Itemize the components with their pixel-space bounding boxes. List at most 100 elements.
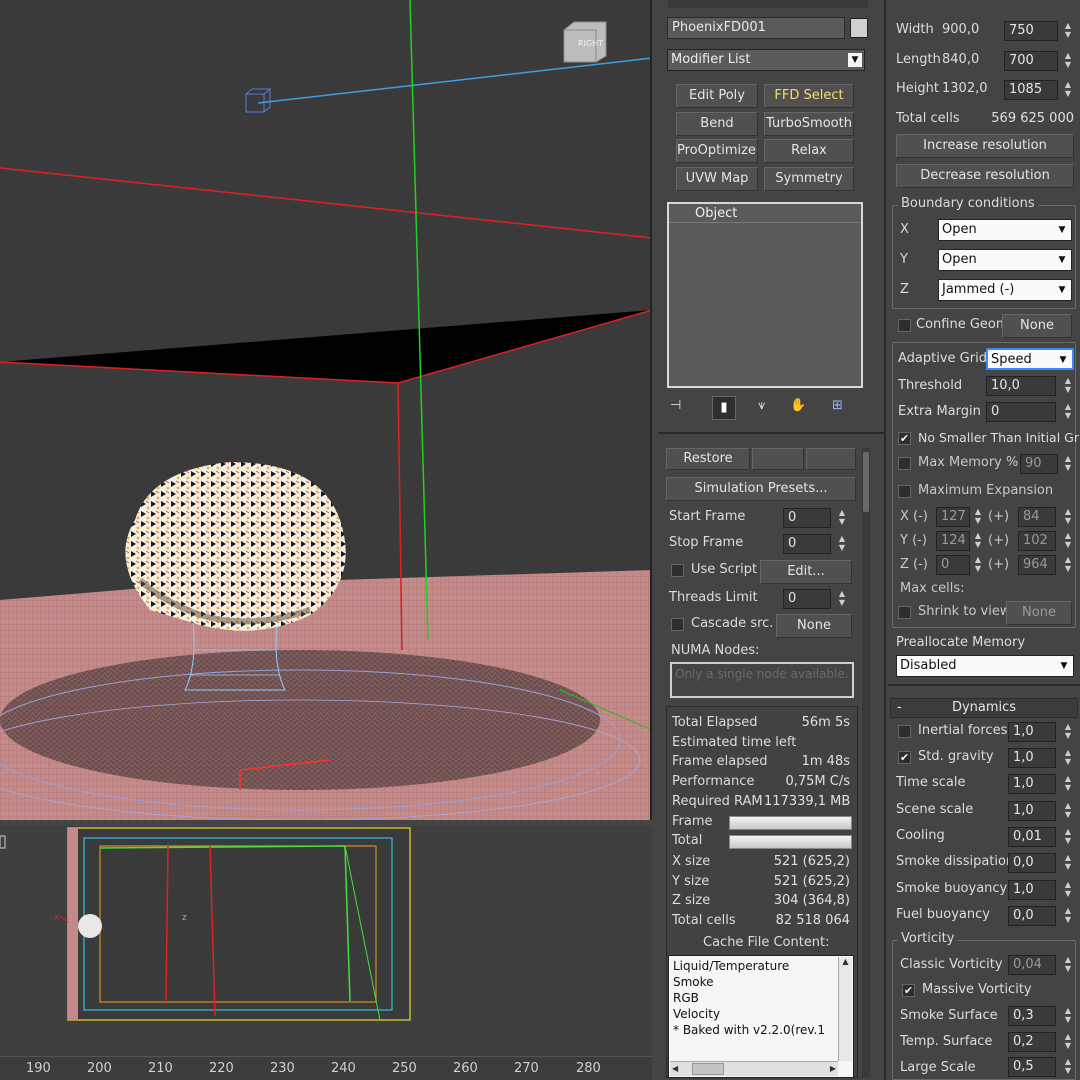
boundary-z-dropdown[interactable]: Jammed (-) ▼ [938, 279, 1072, 301]
spinner-icon[interactable]: ▲ ▼ [1062, 402, 1074, 422]
cascade-source-button[interactable]: None [776, 614, 852, 638]
dynamics-rollout-header[interactable]: - Dynamics [890, 698, 1078, 718]
preallocate-memory-dropdown[interactable]: Disabled ▼ [896, 655, 1074, 677]
spinner-icon[interactable]: ▲ ▼ [1062, 880, 1074, 900]
modifier-list-dropdown[interactable]: Modifier List ▼ [667, 49, 865, 71]
height-cells-input[interactable]: 1085 [1004, 80, 1058, 100]
spinner-icon[interactable]: ▲ ▼ [1062, 80, 1074, 100]
modifier-button[interactable]: UVW Map [676, 167, 758, 191]
secondary-viewport[interactable]: x z [0, 826, 652, 1056]
dynamics-input[interactable]: 1,0 [1008, 722, 1056, 742]
make-unique-icon[interactable]: ⩛ [758, 398, 776, 416]
modifier-stack[interactable]: Object [667, 202, 863, 388]
confine-geom-checkbox[interactable] [898, 319, 911, 332]
extra-margin-input[interactable]: 0 [986, 402, 1056, 422]
no-smaller-checkbox[interactable]: ✔ [898, 432, 911, 445]
spinner-icon[interactable]: ▲ ▼ [1062, 21, 1074, 41]
spinner-icon[interactable]: ▲ ▼ [1062, 555, 1074, 575]
classic-vorticity-input[interactable]: 0,04 [1008, 955, 1056, 975]
shrink-to-view-button[interactable]: None [1006, 601, 1072, 625]
spinner-icon[interactable]: ▲ ▼ [1062, 955, 1074, 975]
expansion-plus-input[interactable]: 102 [1018, 531, 1056, 551]
spinner-icon[interactable]: ▲ ▼ [1062, 801, 1074, 821]
spinner-icon[interactable]: ▲ ▼ [972, 507, 984, 527]
expansion-minus-input[interactable]: 124 [936, 531, 970, 551]
dynamics-input[interactable]: 1,0 [1008, 748, 1056, 768]
spinner-icon[interactable]: ▲ ▼ [836, 589, 848, 609]
spinner-icon[interactable]: ▲ ▼ [1062, 748, 1074, 768]
stack-item-object[interactable]: Object [669, 204, 861, 223]
spinner-icon[interactable]: ▲ ▼ [836, 508, 848, 528]
large-scale-input[interactable]: 0,5 [1008, 1057, 1056, 1077]
length-cells-input[interactable]: 700 [1004, 51, 1058, 71]
panel-scrollbar[interactable] [862, 448, 870, 1078]
expansion-plus-input[interactable]: 84 [1018, 507, 1056, 527]
spinner-icon[interactable]: ▲ ▼ [1062, 376, 1074, 396]
dynamics-input[interactable]: 1,0 [1008, 880, 1056, 900]
decrease-resolution-button[interactable]: Decrease resolution [896, 164, 1074, 188]
use-script-checkbox[interactable] [671, 564, 684, 577]
expansion-plus-input[interactable]: 964 [1018, 555, 1056, 575]
modifier-button[interactable]: Bend [676, 112, 758, 136]
spinner-icon[interactable]: ▲ ▼ [972, 555, 984, 575]
max-expansion-checkbox[interactable] [898, 485, 911, 498]
rollout-button[interactable] [752, 448, 804, 470]
dynamics-input[interactable]: 0,0 [1008, 853, 1056, 873]
dynamics-input[interactable]: 0,0 [1008, 906, 1056, 926]
boundary-y-dropdown[interactable]: Open ▼ [938, 249, 1072, 271]
rollout-button[interactable] [806, 448, 856, 470]
spinner-icon[interactable]: ▲ ▼ [836, 534, 848, 554]
object-color-swatch[interactable] [850, 18, 868, 38]
spinner-icon[interactable]: ▲ ▼ [1062, 774, 1074, 794]
show-end-result-icon[interactable]: ▮ [712, 396, 736, 420]
adaptive-grid-dropdown[interactable]: Speed ▼ [986, 348, 1074, 370]
spinner-icon[interactable]: ▲ ▼ [1062, 853, 1074, 873]
start-frame-input[interactable]: 0 [783, 508, 831, 528]
dynamics-input[interactable]: 1,0 [1008, 774, 1056, 794]
modifier-button[interactable]: FFD Select [764, 84, 854, 108]
confine-geom-button[interactable]: None [1002, 314, 1072, 338]
object-name-field[interactable]: PhoenixFD001 [667, 17, 845, 39]
cache-list-scrollbar[interactable]: ▲ [838, 957, 852, 1061]
inertial-forces-checkbox[interactable] [898, 725, 911, 738]
smoke-surface-input[interactable]: 0,3 [1008, 1006, 1056, 1026]
stop-frame-input[interactable]: 0 [783, 534, 831, 554]
spinner-icon[interactable]: ▲ ▼ [1062, 1032, 1074, 1052]
width-cells-input[interactable]: 750 [1004, 21, 1058, 41]
threshold-input[interactable]: 10,0 [986, 376, 1056, 396]
cascade-checkbox[interactable] [671, 618, 684, 631]
spinner-icon[interactable]: ▲ ▼ [1062, 722, 1074, 742]
temp-surface-input[interactable]: 0,2 [1008, 1032, 1056, 1052]
std-gravity-checkbox[interactable]: ✔ [898, 751, 911, 764]
spinner-icon[interactable]: ▲ ▼ [1062, 507, 1074, 527]
cache-list-hscrollbar[interactable]: ◀ ▶ [670, 1061, 838, 1076]
perspective-viewport[interactable]: RIGHT [0, 0, 652, 820]
dynamics-input[interactable]: 1,0 [1008, 801, 1056, 821]
timeline-ruler[interactable]: 190 200 210 220 230 240 250 260 270 280 [0, 1056, 652, 1080]
spinner-icon[interactable]: ▲ ▼ [972, 531, 984, 551]
modifier-button[interactable]: TurboSmooth [764, 112, 854, 136]
restore-button[interactable]: Restore [666, 448, 750, 470]
modifier-button[interactable]: ProOptimizer [676, 139, 758, 163]
scroll-thumb[interactable] [692, 1063, 724, 1075]
panel-scrollbar-thumb[interactable] [863, 452, 869, 512]
expansion-minus-input[interactable]: 0 [936, 555, 970, 575]
spinner-icon[interactable]: ▲ ▼ [1062, 454, 1074, 474]
max-memory-input[interactable]: 90 [1020, 454, 1058, 474]
edit-script-button[interactable]: Edit... [760, 560, 852, 584]
spinner-icon[interactable]: ▲ ▼ [1062, 531, 1074, 551]
threads-limit-input[interactable]: 0 [783, 589, 831, 609]
spinner-icon[interactable]: ▲ ▼ [1062, 827, 1074, 847]
dynamics-input[interactable]: 0,01 [1008, 827, 1056, 847]
max-memory-checkbox[interactable] [898, 457, 911, 470]
spinner-icon[interactable]: ▲ ▼ [1062, 51, 1074, 71]
modifier-button[interactable]: Relax [764, 139, 854, 163]
modifier-button[interactable]: Edit Poly [676, 84, 758, 108]
expansion-minus-input[interactable]: 127 [936, 507, 970, 527]
increase-resolution-button[interactable]: Increase resolution [896, 134, 1074, 158]
spinner-icon[interactable]: ▲ ▼ [1062, 1057, 1074, 1077]
boundary-x-dropdown[interactable]: Open ▼ [938, 219, 1072, 241]
command-panel-tabs[interactable] [668, 0, 868, 8]
pin-stack-icon[interactable]: ⊣ [670, 398, 686, 414]
simulation-presets-button[interactable]: Simulation Presets... [666, 477, 856, 501]
